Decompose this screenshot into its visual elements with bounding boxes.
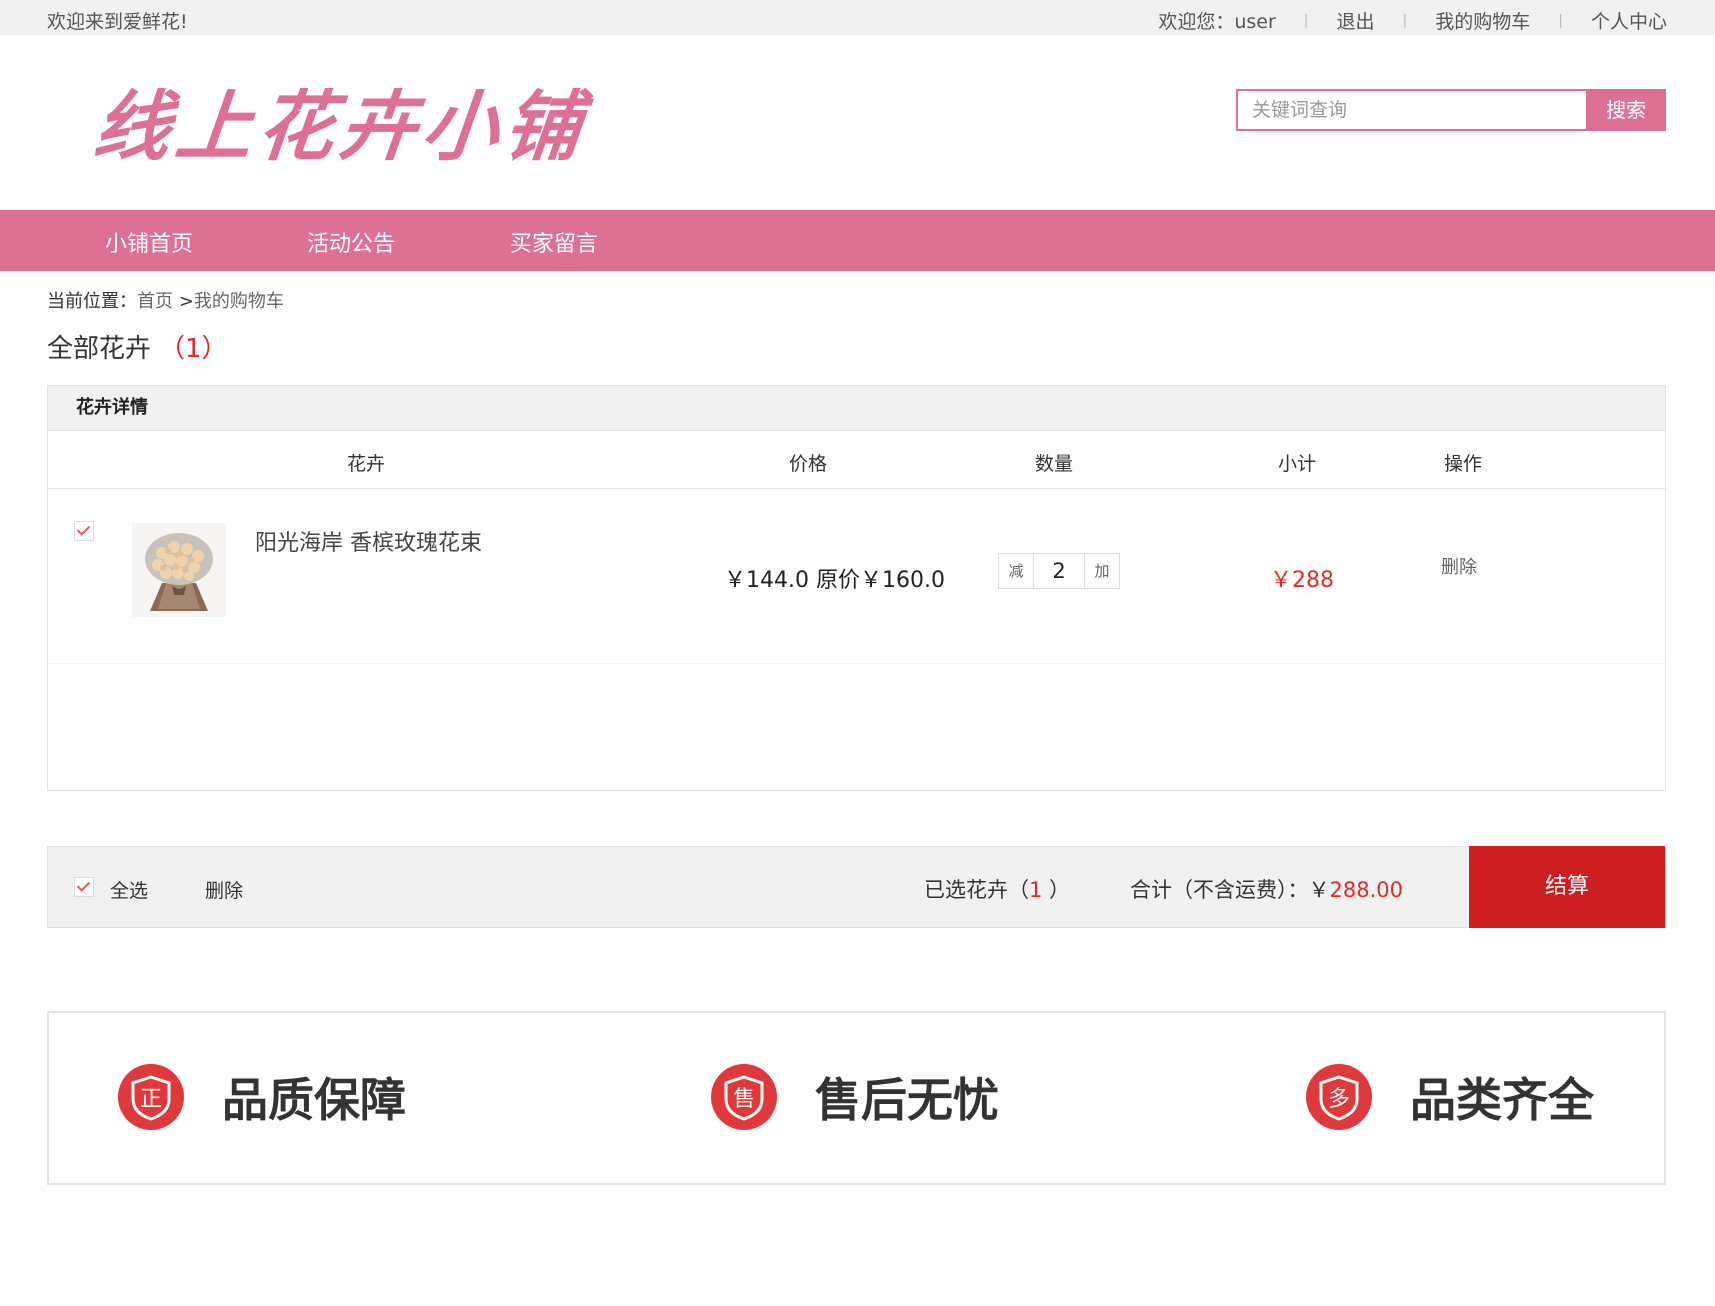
delete-item-link[interactable]: 删除 — [1441, 553, 1477, 579]
search-input[interactable]: 关键词查询 — [1236, 89, 1587, 131]
svg-text:售: 售 — [733, 1087, 755, 1112]
breadcrumb: 当前位置：首页 >我的购物车 — [47, 287, 284, 313]
guarantee-quality: 正 品质保障 — [117, 1063, 406, 1131]
variety-badge-icon: 多 — [1306, 1064, 1372, 1130]
product-price: ￥144.0 原价￥160.0 — [724, 568, 945, 593]
item-checkbox[interactable] — [74, 521, 94, 541]
svg-text:多: 多 — [1328, 1087, 1350, 1112]
selected-count-value: 1 — [1029, 878, 1043, 902]
column-header-flower: 花卉 — [347, 453, 386, 475]
column-header-subtotal: 小计 — [1278, 453, 1317, 475]
order-total-amount: 288.00 — [1329, 878, 1403, 902]
top-utility-bar: 欢迎来到爱鲜花! 欢迎您：user | 退出 | 我的购物车 | 个人中心 — [0, 0, 1715, 35]
user-greeting: 欢迎您：user — [1158, 11, 1276, 33]
guarantee-quality-text: 品质保障 — [222, 1073, 406, 1127]
top-user-links: 欢迎您：user | 退出 | 我的购物车 | 个人中心 — [1158, 7, 1667, 34]
breadcrumb-separator: > — [178, 291, 194, 312]
profile-link[interactable]: 个人中心 — [1591, 7, 1667, 34]
breadcrumb-label: 当前位置： — [47, 291, 137, 312]
selected-count-label: 已选花卉（ — [924, 878, 1029, 902]
breadcrumb-current: 我的购物车 — [193, 291, 284, 312]
product-name-link[interactable]: 阳光海岸 香槟玫瑰花束 — [255, 525, 482, 557]
page-title: 全部花卉 （1） — [47, 328, 228, 365]
guarantee-variety: 多 品类齐全 — [1305, 1063, 1594, 1131]
divider: | — [1402, 12, 1408, 29]
order-total: 合计（不含运费）：￥288.00 — [1130, 874, 1403, 904]
divider: | — [1303, 12, 1309, 29]
column-header-price: 价格 — [789, 453, 828, 475]
svg-text:正: 正 — [140, 1087, 162, 1112]
checkout-button[interactable]: 结算 — [1469, 846, 1665, 928]
nav-item-home[interactable]: 小铺首页 — [105, 226, 193, 258]
nav-item-messages[interactable]: 买家留言 — [510, 226, 598, 258]
my-cart-link[interactable]: 我的购物车 — [1435, 7, 1530, 34]
quantity-input[interactable]: 2 — [1033, 554, 1085, 588]
search-button[interactable]: 搜索 — [1586, 89, 1666, 131]
bouquet-image — [132, 523, 226, 617]
item-count: （1） — [159, 334, 228, 364]
item-subtotal: ￥288 — [1270, 568, 1334, 593]
search-box: 关键词查询 搜索 — [1236, 89, 1666, 131]
delete-selected-link[interactable]: 删除 — [205, 876, 243, 903]
decrease-button[interactable]: 减 — [999, 554, 1033, 588]
divider: | — [1558, 12, 1563, 29]
selected-count: 已选花卉（1 ） — [924, 874, 1070, 904]
guarantee-after-sales-text: 售后无忧 — [815, 1073, 999, 1127]
column-header-quantity: 数量 — [1035, 453, 1074, 475]
main-nav: 小铺首页 活动公告 买家留言 — [0, 210, 1715, 271]
column-header-action: 操作 — [1444, 453, 1483, 475]
service-guarantees: 正 品质保障 售 售后无忧 多 品类齐全 — [47, 1011, 1666, 1185]
nav-item-announcements[interactable]: 活动公告 — [307, 226, 395, 258]
guarantee-variety-text: 品类齐全 — [1410, 1073, 1594, 1127]
increase-button[interactable]: 加 — [1085, 554, 1119, 588]
select-all-checkbox[interactable] — [74, 877, 94, 897]
order-total-label: 合计（不含运费）：￥ — [1130, 878, 1330, 902]
cart-table-header: 花卉详情 — [48, 386, 1665, 431]
quality-badge-icon: 正 — [118, 1064, 184, 1130]
product-thumbnail[interactable] — [132, 523, 226, 617]
cart-table: 花卉详情 花卉 价格 数量 小计 操作 阳光海岸 香槟玫瑰花束 ￥144.0 原… — [47, 385, 1666, 791]
quantity-stepper: 减 2 加 — [998, 553, 1120, 589]
guarantee-after-sales: 售 售后无忧 — [710, 1063, 999, 1131]
site-welcome-text: 欢迎来到爱鲜花! — [47, 11, 188, 33]
site-logo[interactable]: 线上花卉小铺 — [89, 65, 593, 175]
select-all-label[interactable]: 全选 — [110, 876, 148, 903]
logout-link[interactable]: 退出 — [1337, 7, 1375, 34]
cart-column-headers: 花卉 价格 数量 小计 操作 — [48, 431, 1665, 489]
table-row: 阳光海岸 香槟玫瑰花束 ￥144.0 原价￥160.0 减 2 加 ￥288 删… — [48, 489, 1665, 664]
page-title-text: 全部花卉 — [47, 334, 152, 364]
breadcrumb-home-link[interactable]: 首页 — [137, 291, 173, 312]
cart-footer-bar: 全选 删除 已选花卉（1 ） 合计（不含运费）：￥288.00 结算 — [47, 846, 1666, 928]
after-sales-badge-icon: 售 — [711, 1064, 777, 1130]
selected-count-close: ） — [1042, 878, 1071, 902]
